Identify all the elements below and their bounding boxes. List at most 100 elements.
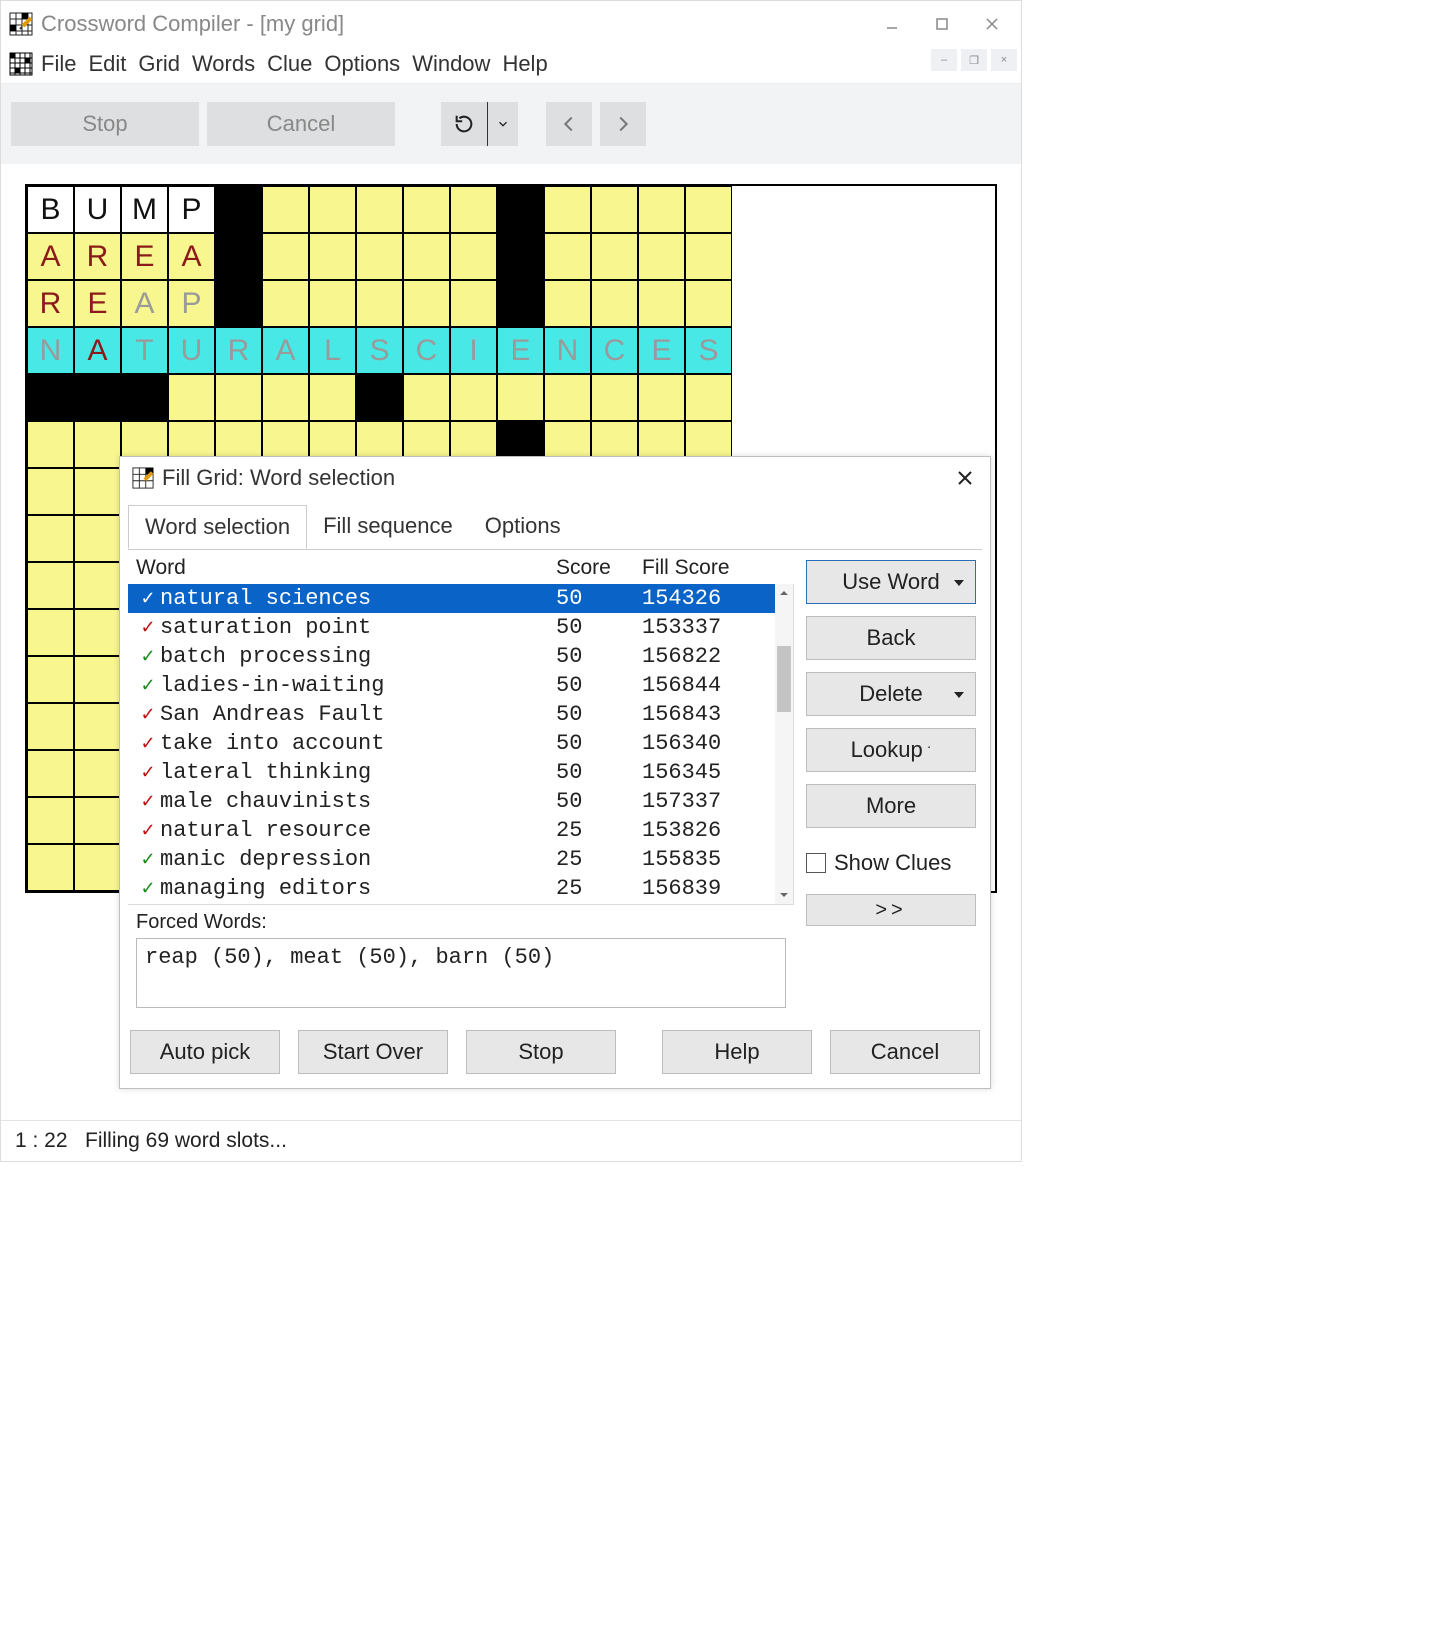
grid-cell[interactable] [638, 280, 685, 327]
grid-cell[interactable] [356, 186, 403, 233]
grid-cell[interactable] [121, 374, 168, 421]
dialog-stop-button[interactable]: Stop [466, 1030, 616, 1074]
grid-cell[interactable]: B [27, 186, 74, 233]
grid-cell[interactable]: I [450, 327, 497, 374]
grid-cell[interactable]: A [27, 233, 74, 280]
grid-cell[interactable]: A [74, 327, 121, 374]
grid-cell[interactable] [74, 374, 121, 421]
menu-grid[interactable]: Grid [138, 51, 180, 77]
grid-cell[interactable] [27, 844, 74, 891]
grid-cell[interactable] [356, 233, 403, 280]
grid-cell[interactable] [685, 233, 732, 280]
grid-cell[interactable] [356, 280, 403, 327]
grid-cell[interactable]: E [638, 327, 685, 374]
grid-cell[interactable]: R [74, 233, 121, 280]
grid-cell[interactable]: A [262, 327, 309, 374]
grid-cell[interactable] [27, 797, 74, 844]
grid-cell[interactable] [450, 374, 497, 421]
grid-cell[interactable] [74, 750, 121, 797]
grid-cell[interactable]: N [544, 327, 591, 374]
grid-cell[interactable] [74, 515, 121, 562]
grid-cell[interactable] [685, 374, 732, 421]
grid-cell[interactable] [262, 280, 309, 327]
grid-cell[interactable]: A [121, 280, 168, 327]
word-list-row[interactable]: ✓natural sciences50154326 [128, 584, 793, 613]
start-over-button[interactable]: Start Over [298, 1030, 448, 1074]
mdi-grid-icon[interactable] [9, 52, 33, 76]
grid-cell[interactable] [497, 374, 544, 421]
menu-words[interactable]: Words [192, 51, 255, 77]
word-list-row[interactable]: ✓take into account50156340 [128, 729, 793, 758]
grid-cell[interactable] [591, 280, 638, 327]
word-list-row[interactable]: ✓managing editors25156839 [128, 874, 793, 903]
grid-cell[interactable] [74, 844, 121, 891]
grid-cell[interactable]: C [591, 327, 638, 374]
grid-cell[interactable] [74, 703, 121, 750]
col-fill-score[interactable]: Fill Score [642, 556, 786, 580]
grid-cell[interactable] [544, 186, 591, 233]
grid-cell[interactable]: P [168, 280, 215, 327]
grid-cell[interactable] [215, 233, 262, 280]
undo-dropdown[interactable] [487, 102, 518, 146]
grid-cell[interactable] [215, 280, 262, 327]
grid-cell[interactable] [403, 280, 450, 327]
grid-cell[interactable] [544, 374, 591, 421]
grid-cell[interactable] [309, 374, 356, 421]
grid-cell[interactable] [262, 233, 309, 280]
grid-cell[interactable] [27, 750, 74, 797]
grid-cell[interactable] [309, 233, 356, 280]
grid-cell[interactable] [591, 186, 638, 233]
word-list-row[interactable]: ✓San Andreas Fault50156843 [128, 700, 793, 729]
grid-cell[interactable] [544, 280, 591, 327]
tab-fill-sequence[interactable]: Fill sequence [307, 505, 469, 549]
grid-cell[interactable] [450, 233, 497, 280]
grid-cell[interactable] [262, 374, 309, 421]
grid-cell[interactable] [74, 421, 121, 468]
grid-cell[interactable] [74, 468, 121, 515]
grid-cell[interactable] [27, 609, 74, 656]
dialog-cancel-button[interactable]: Cancel [830, 1030, 980, 1074]
dialog-close-button[interactable] [950, 463, 980, 493]
grid-cell[interactable] [309, 280, 356, 327]
grid-cell[interactable]: U [168, 327, 215, 374]
grid-cell[interactable] [74, 797, 121, 844]
scroll-down-icon[interactable] [775, 886, 793, 904]
grid-cell[interactable]: P [168, 186, 215, 233]
grid-cell[interactable]: L [309, 327, 356, 374]
grid-cell[interactable] [450, 280, 497, 327]
menu-file[interactable]: File [41, 51, 76, 77]
grid-cell[interactable]: U [74, 186, 121, 233]
more-button[interactable]: More [806, 784, 976, 828]
word-list-row[interactable]: ✓saturation point50153337 [128, 613, 793, 642]
grid-cell[interactable] [544, 233, 591, 280]
grid-cell[interactable] [403, 374, 450, 421]
grid-cell[interactable] [497, 280, 544, 327]
menu-window[interactable]: Window [412, 51, 490, 77]
grid-cell[interactable]: T [121, 327, 168, 374]
grid-cell[interactable]: R [215, 327, 262, 374]
grid-cell[interactable] [309, 186, 356, 233]
stop-button[interactable]: Stop [11, 102, 199, 146]
col-word[interactable]: Word [136, 556, 556, 580]
grid-cell[interactable]: A [168, 233, 215, 280]
word-list-row[interactable]: ✓male chauvinists50157337 [128, 787, 793, 816]
grid-cell[interactable] [74, 562, 121, 609]
checkbox-icon[interactable] [806, 853, 826, 873]
maximize-button[interactable] [917, 1, 967, 47]
close-button[interactable] [967, 1, 1017, 47]
grid-cell[interactable] [215, 374, 262, 421]
grid-cell[interactable] [403, 186, 450, 233]
grid-cell[interactable]: C [403, 327, 450, 374]
grid-cell[interactable] [638, 233, 685, 280]
tab-options[interactable]: Options [469, 505, 577, 549]
grid-cell[interactable] [685, 186, 732, 233]
grid-cell[interactable]: M [121, 186, 168, 233]
grid-cell[interactable] [27, 374, 74, 421]
menu-help[interactable]: Help [502, 51, 547, 77]
grid-cell[interactable] [497, 233, 544, 280]
undo-button[interactable] [441, 102, 487, 146]
use-word-button[interactable]: Use Word [806, 560, 976, 604]
grid-cell[interactable] [262, 186, 309, 233]
grid-cell[interactable] [27, 468, 74, 515]
back-button[interactable]: Back [806, 616, 976, 660]
